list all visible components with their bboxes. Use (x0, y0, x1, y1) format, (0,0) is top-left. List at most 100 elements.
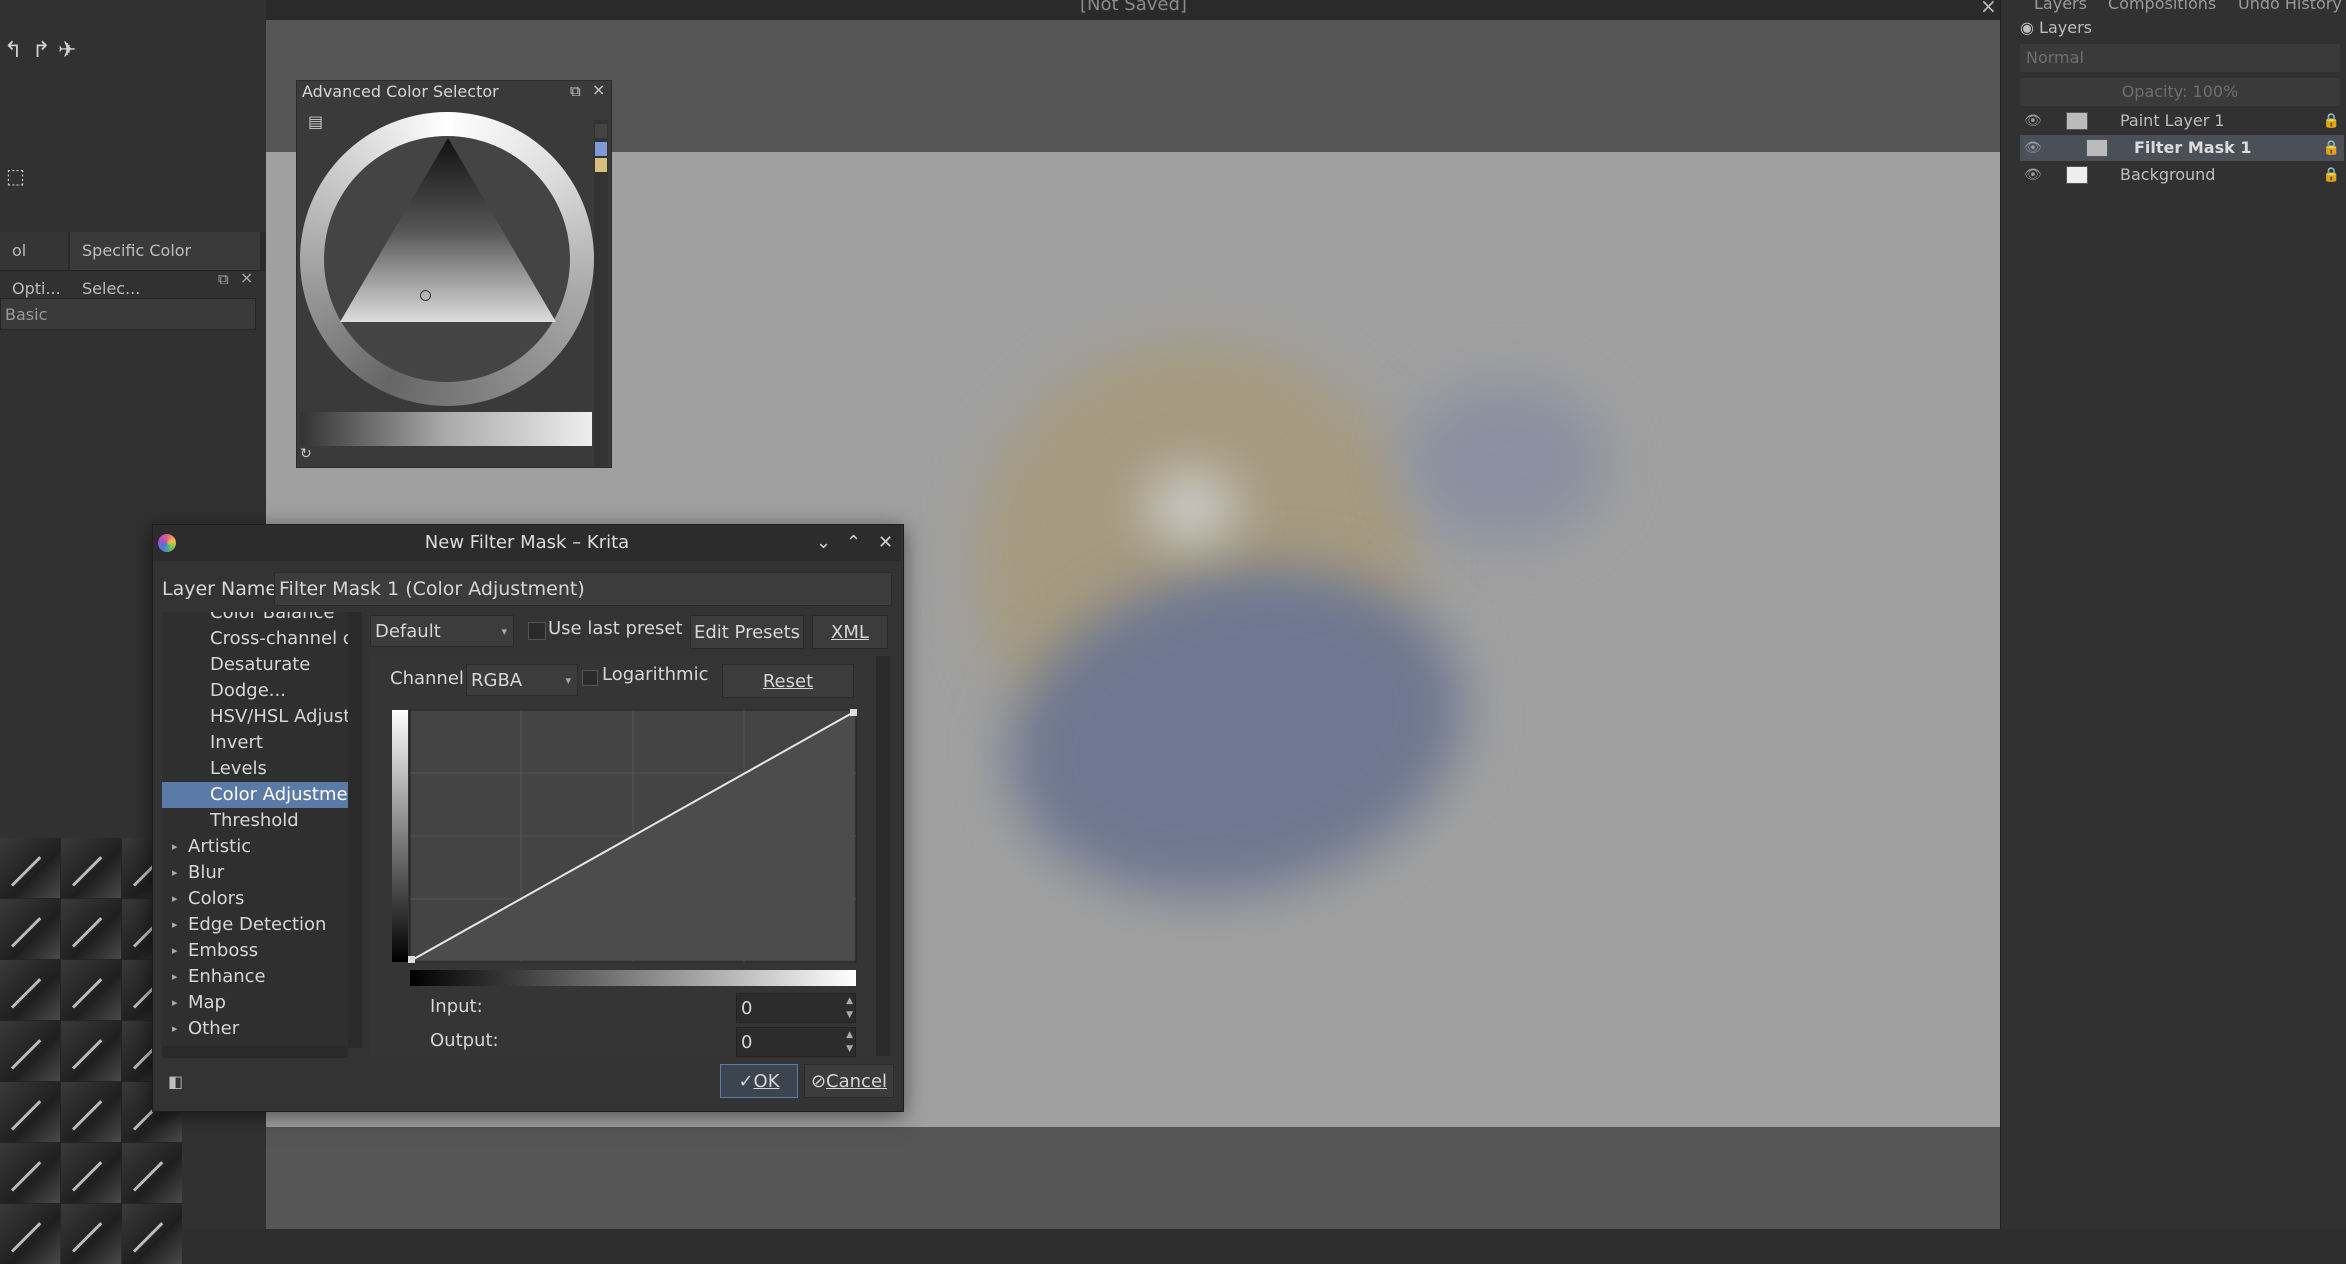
category-label: Enhance (188, 966, 266, 987)
close-icon[interactable]: ✕ (878, 525, 893, 561)
chevron-down-icon[interactable]: ⌄ (816, 525, 831, 561)
brush-preset-thumbnail[interactable] (122, 1204, 182, 1264)
brush-preset-thumbnail[interactable] (0, 1204, 60, 1264)
spin-arrows-icon[interactable]: ▲ ▼ (846, 994, 853, 1022)
brush-preset-thumbnail[interactable] (61, 838, 121, 898)
float-icon[interactable]: ⧉ (570, 82, 581, 100)
tool-icon-1[interactable]: ↰ (4, 38, 22, 63)
brush-preset-thumbnail[interactable] (61, 960, 121, 1020)
ok-button[interactable]: ✓OK (720, 1064, 798, 1098)
preset-value: Default (375, 621, 441, 642)
tree-horizontal-scrollbar[interactable] (162, 1046, 348, 1058)
tree-category-artistic[interactable]: ▸ Artistic (162, 834, 348, 860)
lock-icon[interactable]: 🔒 (2323, 108, 2340, 134)
tree-item-levels[interactable]: Levels (162, 756, 348, 782)
close-icon[interactable]: × (592, 80, 605, 99)
float-icon[interactable]: ⧉ (218, 270, 229, 288)
brush-preset-value: Basic (5, 305, 48, 324)
selection-icon[interactable]: ⬚ (6, 164, 25, 188)
brush-preset-thumbnail[interactable] (0, 1021, 60, 1081)
dialog-title: New Filter Mask – Krita (424, 532, 630, 553)
paint-blob-grey (1406, 382, 1606, 542)
curve-point-end[interactable] (850, 709, 857, 716)
chevron-up-icon[interactable]: ⌃ (846, 525, 861, 561)
brush-preset-thumbnail[interactable] (0, 1143, 60, 1203)
layer-row-background[interactable]: 👁 Background 🔒 (2020, 162, 2344, 188)
tab-specific-color-selector[interactable]: Specific Color Selec... (70, 232, 260, 298)
tree-item-color-adjustment[interactable]: Color Adjustment curves (162, 782, 348, 808)
layer-row-filter-mask[interactable]: 👁 Filter Mask 1 🔒 (2020, 135, 2344, 161)
tab-layers[interactable]: Layers (2034, 0, 2087, 13)
cancel-label: Cancel (826, 1071, 888, 1092)
brush-preset-select[interactable]: Basic (0, 298, 256, 330)
panel-scrollbar[interactable] (876, 656, 890, 1056)
tree-category-emboss[interactable]: ▸ Emboss (162, 938, 348, 964)
refresh-icon[interactable]: ↻ (300, 446, 312, 462)
output-spinbox[interactable]: 0 ▲ ▼ (736, 1027, 856, 1057)
tree-scrollbar[interactable] (348, 612, 362, 1048)
brush-preset-thumbnail[interactable] (61, 1143, 121, 1203)
close-document-icon[interactable]: × (1980, 0, 1997, 18)
toggle-preview-icon[interactable]: ◧ (168, 1072, 183, 1091)
layer-row-paint[interactable]: 👁 Paint Layer 1 🔒 (2020, 108, 2344, 134)
layer-name-input[interactable] (274, 572, 892, 606)
input-value: 0 (741, 998, 753, 1019)
reset-button[interactable]: Reset (722, 664, 854, 698)
opacity-slider[interactable]: Opacity: 100% (2020, 78, 2340, 106)
reset-icon[interactable] (595, 124, 607, 138)
curve-point-start[interactable] (408, 956, 415, 963)
color-sliders[interactable] (300, 412, 592, 446)
input-spinbox[interactable]: 0 ▲ ▼ (736, 993, 856, 1023)
tree-category-map[interactable]: ▸ Map (162, 990, 348, 1016)
preset-select[interactable]: Default ▾ (370, 615, 514, 647)
tab-tool-options[interactable]: ol Opti... (0, 232, 68, 298)
edit-presets-button[interactable]: Edit Presets (690, 615, 804, 649)
tab-compositions[interactable]: Compositions (2108, 0, 2216, 13)
settings-icon[interactable]: ▤ (308, 112, 323, 131)
color-cursor[interactable] (420, 290, 431, 301)
channel-select[interactable]: RGBA ▾ (466, 664, 578, 696)
blend-mode-select[interactable]: Normal (2020, 44, 2340, 72)
brush-preset-thumbnail[interactable] (61, 1021, 121, 1081)
swatch-blue[interactable] (595, 142, 607, 156)
brush-preset-thumbnail[interactable] (61, 899, 121, 959)
swatch-tan[interactable] (595, 158, 607, 172)
xml-button[interactable]: XML (812, 615, 888, 649)
brush-preset-thumbnail[interactable] (0, 899, 60, 959)
lock-icon[interactable]: 🔒 (2323, 135, 2340, 161)
tree-item-invert[interactable]: Invert (162, 730, 348, 756)
curve-editor[interactable] (390, 708, 860, 988)
brush-preset-thumbnail[interactable] (0, 1082, 60, 1142)
spin-arrows-icon[interactable]: ▲ ▼ (846, 1028, 853, 1056)
eye-icon[interactable]: 👁 (2024, 108, 2042, 134)
tree-category-enhance[interactable]: ▸ Enhance (162, 964, 348, 990)
tree-item-dodge[interactable]: Dodge... (162, 678, 348, 704)
eye-icon[interactable]: 👁 (2024, 135, 2042, 161)
close-icon[interactable]: × (240, 268, 253, 287)
brush-preset-thumbnail[interactable] (0, 960, 60, 1020)
brush-preset-thumbnail[interactable] (122, 1143, 182, 1203)
use-last-preset-checkbox[interactable] (528, 622, 546, 640)
tree-item-color-balance[interactable]: Color Balance (162, 612, 348, 626)
tree-item-threshold[interactable]: Threshold (162, 808, 348, 834)
vertical-gradient-bar (392, 710, 408, 962)
tree-category-blur[interactable]: ▸ Blur (162, 860, 348, 886)
tab-undo-history[interactable]: Undo History (2238, 0, 2342, 13)
tool-icon-3[interactable]: ✈ (58, 38, 76, 63)
tree-category-edge-detection[interactable]: ▸ Edge Detection (162, 912, 348, 938)
tool-icon-2[interactable]: ↱ (32, 38, 50, 63)
lock-icon[interactable]: 🔒 (2323, 162, 2340, 188)
tree-item-cross-channel[interactable]: Cross-channel color adjustment (162, 626, 348, 652)
tree-category-other[interactable]: ▸ Other (162, 1016, 348, 1042)
brush-preset-thumbnail[interactable] (61, 1082, 121, 1142)
layer-name: Background (2120, 165, 2216, 184)
tree-category-colors[interactable]: ▸ Colors (162, 886, 348, 912)
cancel-button[interactable]: ⊘Cancel (804, 1064, 894, 1098)
brush-preset-thumbnail[interactable] (61, 1204, 121, 1264)
horizontal-gradient-bar (410, 970, 856, 986)
eye-icon[interactable]: 👁 (2024, 162, 2042, 188)
tree-item-desaturate[interactable]: Desaturate (162, 652, 348, 678)
tree-item-hsv-adjustment[interactable]: HSV/HSL Adjustment (162, 704, 348, 730)
brush-preset-thumbnail[interactable] (0, 838, 60, 898)
logarithmic-checkbox[interactable] (582, 670, 598, 686)
